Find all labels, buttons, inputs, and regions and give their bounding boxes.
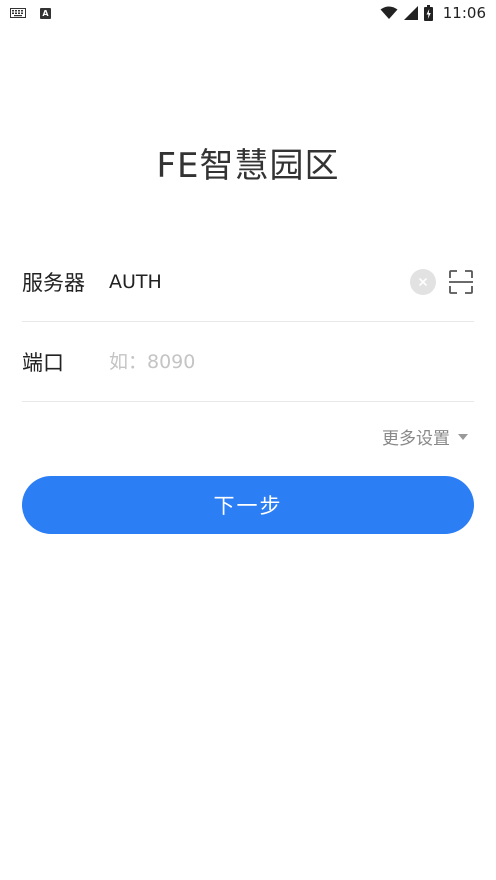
status-time: 11:06 <box>442 4 486 22</box>
status-left: A <box>10 7 51 19</box>
status-right: 11:06 <box>380 4 486 22</box>
battery-icon <box>423 5 433 21</box>
port-row: 端口 <box>22 322 474 402</box>
more-settings-label: 更多设置 <box>382 429 450 449</box>
server-row: 服务器 <box>22 242 474 322</box>
keyboard-icon <box>10 8 26 18</box>
caret-down-icon <box>458 433 468 440</box>
server-label: 服务器 <box>22 270 85 295</box>
port-input[interactable] <box>109 341 474 382</box>
wifi-icon <box>380 6 398 19</box>
next-button[interactable]: 下一步 <box>22 476 474 534</box>
close-icon <box>419 277 427 286</box>
cell-signal-icon <box>403 6 418 20</box>
scan-button[interactable] <box>448 269 474 295</box>
server-input[interactable] <box>109 261 410 302</box>
a-icon: A <box>40 7 51 19</box>
scan-icon <box>449 269 473 294</box>
clear-server-button[interactable] <box>410 268 436 295</box>
app-title: FE智慧园区 <box>156 146 340 186</box>
status-bar: A 11:06 <box>0 0 496 26</box>
port-label: 端口 <box>22 350 64 375</box>
more-settings-toggle[interactable]: 更多设置 <box>382 424 468 449</box>
